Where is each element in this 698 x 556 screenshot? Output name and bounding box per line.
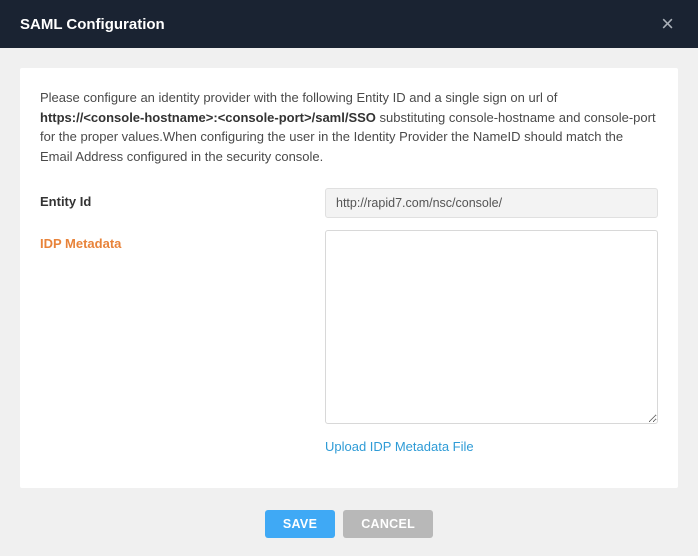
close-icon: × xyxy=(661,11,674,36)
entity-id-control xyxy=(325,188,658,218)
save-button[interactable]: SAVE xyxy=(265,510,335,538)
idp-metadata-label: IDP Metadata xyxy=(40,230,325,251)
entity-id-label: Entity Id xyxy=(40,188,325,209)
description-url: https://<console-hostname>:<console-port… xyxy=(40,110,376,125)
idp-metadata-control: Upload IDP Metadata File xyxy=(325,230,658,456)
upload-idp-link[interactable]: Upload IDP Metadata File xyxy=(325,439,474,454)
modal-header: SAML Configuration × xyxy=(0,0,698,48)
entity-id-input[interactable] xyxy=(325,188,658,218)
idp-metadata-row: IDP Metadata Upload IDP Metadata File xyxy=(40,230,658,456)
description-text: Please configure an identity provider wi… xyxy=(40,88,658,166)
modal-body-wrapper: Please configure an identity provider wi… xyxy=(0,48,698,498)
close-button[interactable]: × xyxy=(657,13,678,35)
description-part1: Please configure an identity provider wi… xyxy=(40,90,557,105)
cancel-button[interactable]: CANCEL xyxy=(343,510,433,538)
modal-title: SAML Configuration xyxy=(20,16,165,33)
entity-id-row: Entity Id xyxy=(40,188,658,218)
modal-body: Please configure an identity provider wi… xyxy=(20,68,678,488)
modal-footer: SAVE CANCEL xyxy=(0,498,698,556)
idp-metadata-textarea[interactable] xyxy=(325,230,658,424)
